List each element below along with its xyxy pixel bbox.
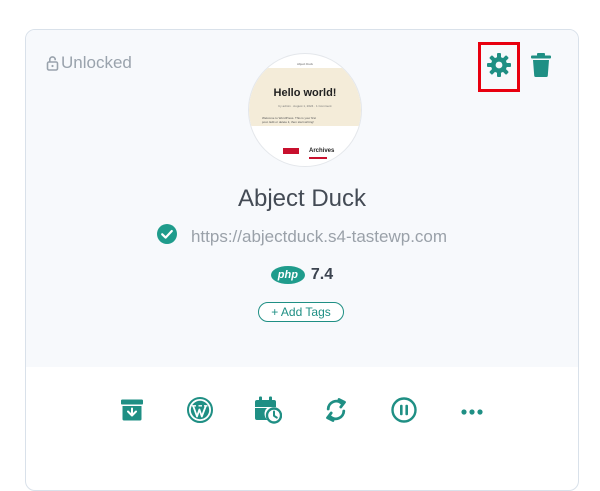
settings-button[interactable]: [478, 42, 520, 92]
trash-icon: [531, 52, 551, 82]
lock-status-label: Unlocked: [61, 53, 132, 72]
lock-open-icon: [46, 55, 59, 71]
more-options-button[interactable]: [454, 394, 490, 430]
thumbnail-archives: Archives: [309, 148, 335, 154]
thumbnail-site-label: Abject Duck: [296, 62, 313, 66]
site-thumbnail[interactable]: Abject Duck Hello world! by admin · Augu…: [248, 53, 362, 167]
site-url-row: https://abjectduck.s4-tastewp.com: [26, 224, 578, 249]
calendar-clock-icon: [254, 396, 283, 429]
sync-button[interactable]: [318, 394, 354, 430]
card-top-actions: [478, 42, 554, 92]
thumbnail-body: Welcome to WordPress. This is your first…: [262, 116, 317, 124]
delete-button[interactable]: [528, 47, 554, 87]
schedule-button[interactable]: [250, 394, 286, 430]
wp-admin-button[interactable]: [182, 394, 218, 430]
thumbnail-button: [283, 148, 299, 154]
pause-circle-icon: [391, 396, 417, 428]
thumbnail-preview: Abject Duck Hello world! by admin · Augu…: [249, 54, 361, 166]
pause-button[interactable]: [386, 394, 422, 430]
site-name: Abject Duck: [237, 185, 367, 212]
check-circle-icon: [156, 224, 177, 249]
php-version: 7.4: [310, 266, 334, 283]
add-tags-button[interactable]: + Add Tags: [258, 302, 344, 322]
lock-status[interactable]: Unlocked: [46, 53, 132, 73]
php-logo-icon: php: [270, 266, 305, 284]
site-action-bar: [100, 394, 500, 430]
more-horizontal-icon: [460, 403, 484, 421]
site-card: Unlocked Abject Duck Hello world! by adm…: [25, 29, 579, 491]
site-url-link[interactable]: https://abjectduck.s4-tastewp.com: [191, 227, 447, 247]
thumbnail-meta: by admin · August 1, 2024 · 1 Comment: [278, 104, 332, 108]
archive-box-icon: [120, 398, 144, 427]
gear-icon: [486, 52, 512, 83]
wordpress-icon: [187, 396, 213, 428]
thumbnail-title: Hello world!: [273, 87, 337, 99]
sync-icon: [324, 397, 348, 428]
backup-button[interactable]: [114, 394, 150, 430]
thumbnail-divider: [309, 157, 327, 159]
php-version-row: php 7.4: [26, 266, 578, 284]
